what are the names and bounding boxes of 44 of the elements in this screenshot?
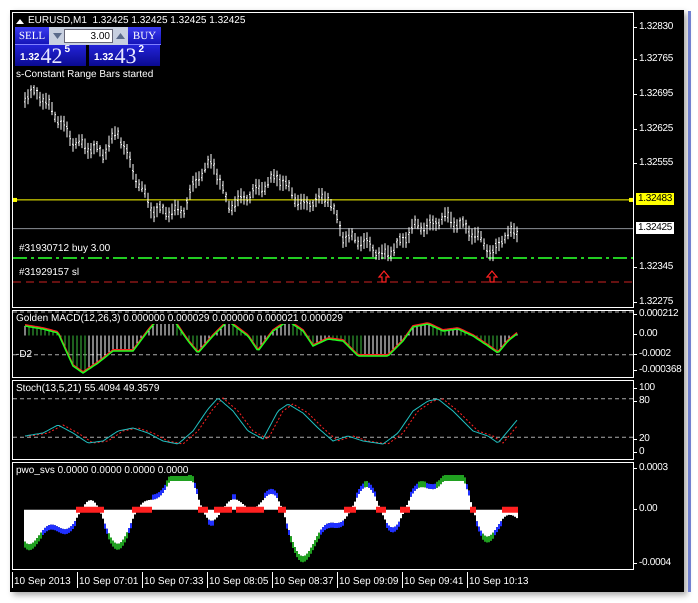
- down-caret-icon: [52, 33, 62, 39]
- sell-button[interactable]: SELL: [15, 27, 49, 45]
- order-label: #31930712 buy 3.00: [19, 243, 110, 254]
- scale-label: -0.0002: [634, 348, 671, 360]
- scale-label: 100: [634, 382, 655, 394]
- symbol-title: EURUSD,M1 1.32425 1.32425 1.32425 1.32425: [28, 15, 246, 26]
- scale-label: 0: [634, 446, 644, 458]
- indicator-title: Stoch(13,5,21) 55.4094 49.3579: [16, 383, 160, 394]
- time-label: 10 Sep 07:01: [77, 572, 142, 588]
- scale-label: 0.000212: [634, 308, 678, 320]
- price-label: 1.32695: [634, 88, 674, 100]
- price-label: 1.32275: [634, 296, 674, 308]
- price-label: 1.32625: [634, 122, 674, 135]
- scale-label: 0.0003: [634, 462, 668, 474]
- indicator-label: -D2: [16, 349, 32, 360]
- order-label: #31929157 sl: [19, 267, 80, 278]
- scale-label: 0.00: [634, 502, 658, 515]
- buy-button[interactable]: BUY: [128, 27, 161, 45]
- scale-label: 20: [634, 433, 650, 446]
- lot-size-field[interactable]: 3.00: [64, 29, 113, 43]
- price-label: 1.32555: [634, 157, 674, 170]
- time-label: 10 Sep 10:13: [467, 572, 532, 588]
- status-message: s-Constant Range Bars started: [16, 69, 154, 80]
- time-label: 10 Sep 09:09: [337, 572, 402, 588]
- price-label: 1.32425: [636, 222, 674, 234]
- scale-label: -0.000368: [634, 364, 682, 376]
- price-label: 1.32345: [634, 261, 674, 274]
- price-label: 1.32483: [636, 192, 674, 205]
- price-label: 1.32830: [634, 21, 674, 33]
- indicator-title: pwo_svs 0.0000 0.0000 0.0000 0.0000: [16, 465, 188, 476]
- price-label: 1.32765: [634, 53, 674, 66]
- up-caret-icon: [116, 33, 124, 39]
- scale-label: 0.00: [634, 328, 658, 340]
- up-arrow-icon: [378, 270, 390, 283]
- time-label: 10 Sep 08:37: [272, 572, 337, 588]
- scale-label: -0.0004: [634, 557, 671, 569]
- time-label: 10 Sep 08:05: [207, 572, 272, 588]
- indicator-title: Golden MACD(12,26,3) 0.000000 0.000029 0.000000 0.000021 0.000029: [16, 313, 343, 324]
- scale-label: 80: [634, 394, 650, 407]
- collapse-triangle-icon[interactable]: [16, 18, 24, 24]
- up-arrow-icon: [486, 270, 498, 283]
- time-label: 10 Sep 07:33: [142, 572, 207, 588]
- time-label: 10 Sep 2013: [12, 572, 77, 588]
- time-label: 10 Sep 09:41: [402, 572, 467, 588]
